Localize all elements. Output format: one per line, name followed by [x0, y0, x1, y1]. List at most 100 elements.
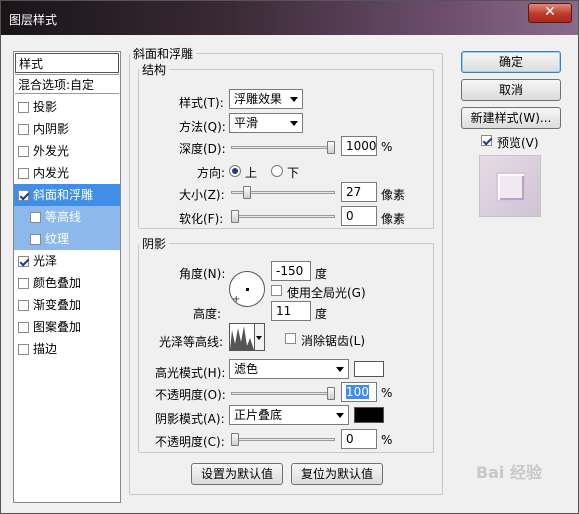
highlight-opacity-input[interactable]: 100: [341, 382, 377, 402]
style-item-checkbox[interactable]: [30, 233, 41, 245]
bevel-emboss-title: 斜面和浮雕: [133, 47, 194, 61]
style-list-item[interactable]: 内阴影: [14, 118, 120, 140]
preview-checkbox[interactable]: [481, 135, 492, 146]
style-select[interactable]: 浮雕效果: [229, 89, 303, 109]
size-unit: 像素: [381, 188, 406, 202]
shadow-mode-value: 正片叠底: [234, 408, 283, 422]
size-input[interactable]: 27: [341, 182, 377, 202]
preview-bevel-square: [496, 172, 526, 202]
depth-slider[interactable]: [231, 140, 335, 154]
antialias-label: 消除锯齿(L): [301, 334, 366, 348]
blend-options-item[interactable]: 混合选项:自定: [15, 74, 119, 94]
soften-label: 软化(F):: [179, 212, 224, 226]
style-list-header[interactable]: 样式: [15, 53, 119, 73]
style-item-checkbox[interactable]: [18, 343, 29, 355]
chevron-down-icon: [336, 413, 344, 418]
shadow-opacity-thumb[interactable]: [231, 433, 239, 446]
style-list-item[interactable]: 斜面和浮雕: [14, 184, 120, 206]
style-item-checkbox[interactable]: [18, 255, 29, 267]
style-item-checkbox[interactable]: [18, 123, 29, 135]
style-item-checkbox[interactable]: [18, 277, 29, 289]
highlight-opacity-unit: %: [381, 386, 393, 400]
highlight-opacity-value: 100: [346, 385, 369, 399]
style-list: 样式 混合选项:自定 投影 内阴影外发光内发光斜面和浮雕 等高线纹理光泽颜色叠加渐变…: [13, 51, 121, 503]
antialias-checkbox[interactable]: [285, 333, 296, 344]
new-style-button[interactable]: 新建样式(W)...: [461, 107, 561, 129]
direction-down-radio[interactable]: [271, 165, 283, 177]
size-slider-thumb[interactable]: [243, 186, 251, 199]
style-list-item[interactable]: 内发光: [14, 162, 120, 184]
global-light-label: 使用全局光(G): [287, 286, 366, 300]
gloss-contour-preview[interactable]: [229, 323, 255, 351]
highlight-opacity-slider[interactable]: [231, 386, 335, 400]
style-list-item[interactable]: 投影: [14, 96, 120, 118]
direction-down-label: 下: [287, 166, 300, 180]
angle-dial[interactable]: +: [229, 271, 265, 307]
style-item-label: 内发光: [33, 166, 70, 180]
structure-title: 结构: [142, 63, 167, 77]
style-select-value: 浮雕效果: [234, 92, 283, 106]
style-item-checkbox[interactable]: [18, 321, 29, 333]
gloss-contour-dropdown[interactable]: [255, 323, 265, 351]
soften-input[interactable]: 0: [341, 206, 377, 226]
style-item-checkbox[interactable]: [30, 211, 41, 223]
style-item-label: 光泽: [33, 254, 58, 268]
angle-input[interactable]: -150: [271, 261, 311, 281]
slider-track: [231, 438, 335, 441]
style-list-item[interactable]: 光泽: [14, 250, 120, 272]
style-list-item[interactable]: 渐变叠加: [14, 294, 120, 316]
chevron-down-icon: [256, 336, 262, 340]
direction-label: 方向:: [197, 166, 226, 180]
style-item-checkbox[interactable]: [18, 145, 29, 157]
depth-input[interactable]: 1000: [341, 136, 377, 156]
style-item-label: 外发光: [33, 144, 70, 158]
set-default-button[interactable]: 设置为默认值: [191, 463, 283, 485]
preview-label: 预览(V): [497, 136, 539, 150]
highlight-opacity-label: 不透明度(O):: [155, 388, 226, 402]
soften-slider[interactable]: [231, 209, 335, 223]
depth-slider-thumb[interactable]: [327, 141, 335, 154]
shadow-opacity-slider[interactable]: [231, 432, 335, 446]
style-list-item[interactable]: 外发光: [14, 140, 120, 162]
size-label: 大小(Z):: [179, 188, 225, 202]
layer-style-dialog: 图层样式 ✕ 样式 混合选项:自定 投影 内阴影 外发光 内发光 斜面和浮雕 等高线 纹理光…: [0, 0, 579, 514]
crosshair-icon: +: [232, 294, 241, 305]
style-list-item[interactable]: 纹理: [14, 228, 120, 250]
shading-title: 阴影: [142, 237, 167, 251]
close-button[interactable]: ✕: [528, 3, 572, 23]
shadow-opacity-unit: %: [381, 433, 393, 447]
cancel-button[interactable]: 取消: [461, 79, 561, 101]
title-bar[interactable]: 图层样式 ✕: [1, 1, 578, 35]
shadow-mode-select[interactable]: 正片叠底: [229, 405, 349, 425]
style-item-checkbox[interactable]: [18, 101, 29, 113]
style-list-item[interactable]: 图案叠加: [14, 316, 120, 338]
shadow-opacity-input[interactable]: 0: [341, 429, 377, 449]
direction-up-radio[interactable]: [229, 165, 241, 177]
style-item-checkbox[interactable]: [18, 167, 29, 179]
style-list-item[interactable]: 颜色叠加: [14, 272, 120, 294]
altitude-input[interactable]: 11: [271, 301, 311, 321]
method-select[interactable]: 平滑: [229, 113, 303, 133]
chevron-down-icon: [336, 367, 344, 372]
style-list-item[interactable]: 描边: [14, 338, 120, 360]
style-item-checkbox[interactable]: [18, 299, 29, 311]
highlight-opacity-thumb[interactable]: [327, 387, 335, 400]
shadow-opacity-label: 不透明度(C):: [155, 435, 225, 449]
highlight-mode-select[interactable]: 滤色: [229, 359, 349, 379]
highlight-color-swatch[interactable]: [354, 361, 384, 377]
ok-button[interactable]: 确定: [461, 51, 561, 73]
shadow-color-swatch[interactable]: [354, 407, 384, 423]
reset-default-button[interactable]: 复位为默认值: [291, 463, 383, 485]
dialog-body: 样式 混合选项:自定 投影 内阴影 外发光 内发光 斜面和浮雕 等高线 纹理 光泽 颜色叠加 渐变…: [7, 41, 572, 509]
size-slider[interactable]: [231, 185, 335, 199]
angle-dial-center: [246, 288, 249, 291]
style-item-checkbox[interactable]: [18, 189, 29, 201]
global-light-checkbox[interactable]: [271, 285, 282, 296]
style-list-item[interactable]: 等高线: [14, 206, 120, 228]
window-title: 图层样式: [9, 13, 58, 27]
soften-slider-thumb[interactable]: [231, 210, 239, 223]
depth-unit: %: [381, 140, 393, 154]
soften-unit: 像素: [381, 212, 406, 226]
style-item-label: 纹理: [45, 232, 70, 246]
style-item-label: 颜色叠加: [33, 276, 82, 290]
